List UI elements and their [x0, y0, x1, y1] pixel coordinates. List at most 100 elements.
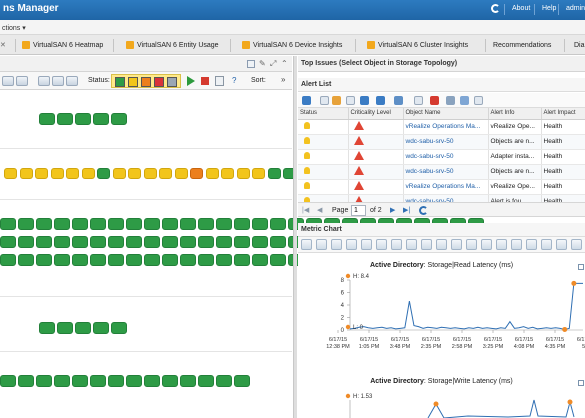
topology-node[interactable] — [75, 322, 91, 334]
topology-node[interactable] — [0, 218, 16, 230]
check-icon[interactable] — [414, 96, 423, 105]
topology-node[interactable] — [144, 236, 160, 248]
topology-node[interactable] — [66, 168, 79, 179]
export-icon[interactable] — [215, 76, 224, 86]
bar-chart-icon[interactable] — [316, 239, 327, 250]
pan-icon[interactable] — [436, 239, 447, 250]
topology-node[interactable] — [234, 236, 250, 248]
zoom-fit-icon[interactable] — [451, 239, 462, 250]
topology-node[interactable] — [93, 113, 109, 125]
topology-node[interactable] — [234, 254, 250, 266]
close-icon[interactable]: ✕ — [0, 38, 6, 53]
topology-node[interactable] — [162, 218, 178, 230]
more-icon[interactable]: » — [281, 75, 285, 84]
cancel-alert-icon[interactable] — [430, 96, 439, 105]
topology-node[interactable] — [57, 322, 73, 334]
topology-node[interactable] — [221, 168, 234, 179]
topology-node[interactable] — [174, 168, 188, 179]
refresh-icon[interactable] — [460, 96, 469, 105]
object-name-cell[interactable]: vRealize Operations Ma... — [403, 179, 489, 195]
copy-icon[interactable] — [556, 239, 567, 250]
topology-node[interactable] — [19, 168, 33, 179]
topology-node[interactable] — [72, 236, 88, 248]
close-icon[interactable] — [571, 239, 582, 250]
object-name-cell[interactable]: vRealize Operations Ma... — [403, 119, 489, 135]
refresh-icon[interactable] — [419, 206, 428, 215]
user-menu[interactable]: admin — [566, 5, 585, 12]
column-header[interactable]: Alert Impact — [541, 108, 585, 120]
topology-node[interactable] — [198, 254, 214, 266]
stack-icon[interactable] — [481, 239, 492, 250]
first-page-icon[interactable]: |◀ — [302, 206, 309, 214]
refresh-icon[interactable] — [541, 239, 552, 250]
collapse-icon[interactable]: ⌃ — [281, 59, 288, 68]
topology-node[interactable] — [216, 375, 232, 387]
topology-node[interactable] — [36, 218, 52, 230]
zoom-icon[interactable] — [406, 239, 417, 250]
topology-node[interactable] — [234, 218, 250, 230]
layout-icon[interactable] — [38, 76, 50, 86]
topology-node[interactable] — [39, 322, 55, 334]
topology-node[interactable] — [126, 254, 142, 266]
topology-node[interactable] — [128, 168, 141, 179]
filter-icon[interactable] — [376, 96, 385, 105]
topology-node[interactable] — [180, 254, 196, 266]
topology-node[interactable] — [18, 218, 34, 230]
topology-node[interactable] — [267, 168, 281, 179]
topology-node[interactable] — [75, 113, 91, 125]
topology-node[interactable] — [205, 168, 219, 179]
topology-node[interactable] — [72, 375, 88, 387]
last-page-icon[interactable]: ▶| — [403, 206, 410, 214]
topology-node[interactable] — [180, 218, 196, 230]
topology-node[interactable] — [36, 375, 52, 387]
next-page-icon[interactable]: ▶ — [390, 206, 395, 214]
topology-node[interactable] — [216, 254, 232, 266]
topology-node[interactable] — [35, 168, 48, 179]
line-icon[interactable] — [361, 239, 372, 250]
topology-node[interactable] — [54, 254, 70, 266]
tab-diagnostics[interactable]: Dia — [574, 38, 585, 53]
topology-node[interactable] — [126, 375, 142, 387]
topology-node[interactable] — [198, 375, 214, 387]
expand-icon[interactable]: ⤢ — [270, 59, 276, 69]
topology-node[interactable] — [270, 236, 286, 248]
zoom-box-icon[interactable] — [421, 239, 432, 250]
topology-node[interactable] — [111, 322, 127, 334]
combine-icon[interactable] — [376, 239, 387, 250]
split-icon[interactable] — [331, 239, 342, 250]
highlight-icon[interactable] — [526, 239, 537, 250]
topology-node[interactable] — [4, 168, 17, 179]
column-header[interactable]: Criticality Level — [348, 108, 404, 120]
topology-node[interactable] — [270, 254, 286, 266]
topology-node[interactable] — [190, 168, 203, 179]
topology-node[interactable] — [54, 236, 70, 248]
topology-node[interactable] — [54, 218, 70, 230]
topology-node[interactable] — [72, 218, 88, 230]
topology-node[interactable] — [252, 236, 268, 248]
topology-node[interactable] — [36, 236, 52, 248]
topology-node[interactable] — [180, 375, 196, 387]
topology-node[interactable] — [162, 375, 178, 387]
topology-node[interactable] — [112, 168, 126, 179]
alert-row[interactable]: wdc-sabu-srv-50 Adapter insta... Health — [298, 149, 585, 165]
topology-node[interactable] — [198, 218, 214, 230]
topology-node[interactable] — [97, 168, 110, 179]
topology-node[interactable] — [234, 375, 250, 387]
topology-node[interactable] — [144, 375, 160, 387]
object-name-cell[interactable]: wdc-sabu-srv-50 — [403, 149, 489, 165]
tab-previous[interactable]: ✕ — [0, 38, 9, 53]
refresh-icon[interactable] — [491, 4, 500, 13]
topology-node[interactable] — [90, 218, 106, 230]
topology-node[interactable] — [108, 236, 124, 248]
topology-node[interactable] — [252, 254, 268, 266]
topology-node[interactable] — [108, 375, 124, 387]
topology-node[interactable] — [108, 218, 124, 230]
tab-cluster-insights[interactable]: VirtualSAN 6 Cluster Insights — [367, 38, 468, 53]
topology-node[interactable] — [126, 236, 142, 248]
group-icon[interactable] — [302, 96, 311, 105]
columns-icon[interactable] — [346, 96, 355, 105]
topology-node[interactable] — [216, 236, 232, 248]
info-icon[interactable] — [247, 60, 255, 68]
topology-node[interactable] — [39, 113, 55, 125]
topology-node[interactable] — [180, 236, 196, 248]
